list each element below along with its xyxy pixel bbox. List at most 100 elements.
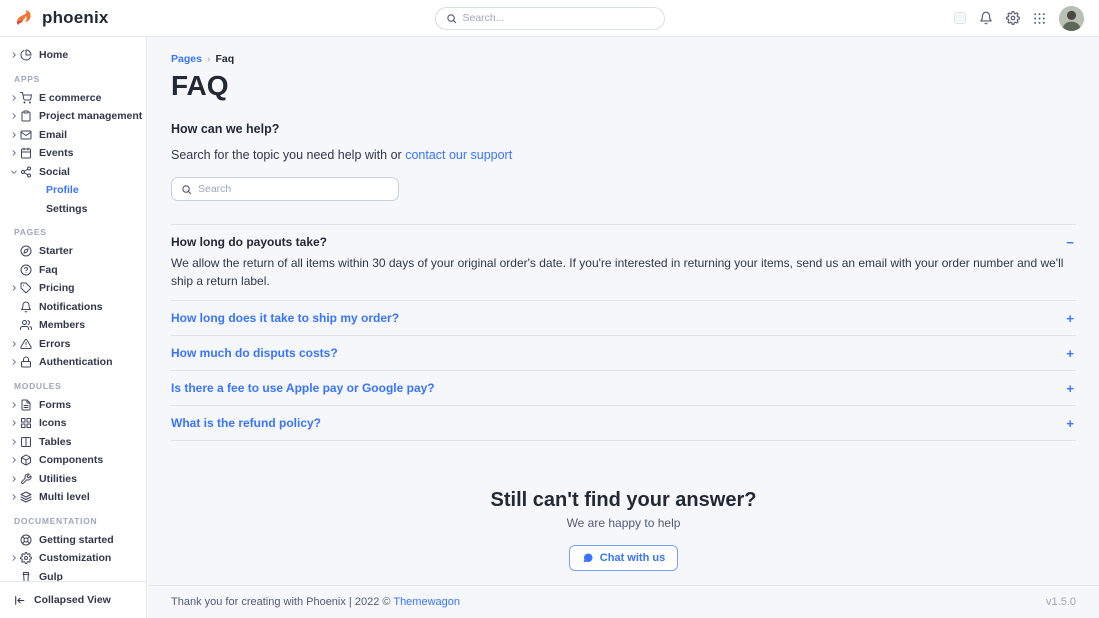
plus-icon[interactable]: +	[1066, 417, 1076, 430]
sidebar-item-label: Faq	[39, 264, 58, 276]
sidebar-item-pricing[interactable]: Pricing	[10, 279, 140, 298]
phoenix-logo[interactable]: phoenix	[15, 8, 109, 28]
sidebar-item-email[interactable]: Email	[10, 126, 140, 145]
sidebar-item-getting-started[interactable]: Getting started	[10, 531, 140, 550]
compass-icon	[20, 245, 33, 257]
sidebar-item-components[interactable]: Components	[10, 451, 140, 470]
gear-icon[interactable]	[1006, 11, 1020, 25]
sidebar-item-members[interactable]: Members	[10, 316, 140, 335]
search-icon	[181, 184, 192, 195]
sidebar-subitem-profile[interactable]: Profile	[10, 181, 140, 200]
columns-icon	[20, 436, 33, 448]
plus-icon[interactable]: +	[1066, 312, 1076, 325]
sidebar-item-notifications[interactable]: Notifications	[10, 298, 140, 317]
themewagon-link[interactable]: Themewagon	[393, 596, 460, 608]
chevron-right-icon	[10, 554, 20, 562]
chevron-right-icon	[10, 284, 20, 292]
chat-bubble-icon	[582, 552, 594, 564]
faq-question: What is the refund policy?	[171, 416, 321, 430]
faq-item: How long do payouts take?− We allow the r…	[171, 225, 1076, 301]
settings-icon	[20, 552, 33, 564]
theme-toggle[interactable]	[954, 12, 966, 24]
bell-icon[interactable]	[979, 11, 993, 25]
plus-icon[interactable]: +	[1066, 347, 1076, 360]
sidebar-item-customization[interactable]: Customization	[10, 549, 140, 568]
apps-grid-icon[interactable]	[1033, 12, 1046, 25]
grid-icon	[20, 417, 33, 429]
sidebar-item-icons[interactable]: Icons	[10, 414, 140, 433]
tool-icon	[20, 473, 33, 485]
top-navbar: phoenix	[0, 0, 1099, 37]
sidebar-item-gulp[interactable]: Gulp	[10, 568, 140, 582]
sidebar-subitem-settings[interactable]: Settings	[10, 200, 140, 219]
faq-question-row[interactable]: How long do payouts take?−	[171, 235, 1076, 249]
sidebar-item-label: Events	[39, 147, 73, 159]
chevron-right-icon	[10, 419, 20, 427]
help-title: How can we help?	[171, 122, 1076, 136]
breadcrumb: Pages › Faq	[171, 53, 1076, 65]
sidebar-item-events[interactable]: Events	[10, 144, 140, 163]
chevron-right-icon	[10, 475, 20, 483]
main-area: Pages › Faq FAQ How can we help? Search …	[148, 37, 1099, 618]
collapse-arrow-icon	[13, 594, 26, 607]
sidebar-item-errors[interactable]: Errors	[10, 335, 140, 354]
chevron-right-icon	[10, 456, 20, 464]
chevron-right-icon	[10, 51, 20, 59]
mail-icon	[20, 129, 33, 141]
page-footer: Thank you for creating with Phoenix | 20…	[148, 585, 1099, 618]
faq-item: How much do disputs costs? +	[171, 336, 1076, 371]
sidebar-item-faq[interactable]: Faq	[10, 261, 140, 280]
sidebar-section-label: DOCUMENTATION	[14, 516, 140, 526]
faq-search-input[interactable]	[198, 183, 389, 195]
sidebar-item-forms[interactable]: Forms	[10, 396, 140, 415]
life-buoy-icon	[20, 534, 33, 546]
chevron-right-icon	[10, 401, 20, 409]
sidebar-item-home[interactable]: Home	[10, 46, 140, 65]
faq-question-row[interactable]: Is there a fee to use Apple pay or Googl…	[171, 381, 1076, 395]
avatar[interactable]	[1059, 6, 1084, 31]
faq-question-row[interactable]: How much do disputs costs? +	[171, 346, 1076, 360]
package-icon	[20, 454, 33, 466]
sidebar-item-tables[interactable]: Tables	[10, 433, 140, 452]
faq-search[interactable]	[171, 177, 399, 201]
lock-icon	[20, 356, 33, 368]
sidebar-item-label: E commerce	[39, 92, 101, 104]
chevron-down-icon	[10, 168, 20, 176]
faq-answer: We allow the return of all items within …	[171, 254, 1076, 290]
faq-question: How much do disputs costs?	[171, 346, 338, 360]
global-search-input[interactable]	[463, 12, 654, 24]
sidebar-section-label: PAGES	[14, 227, 140, 237]
page-content: Pages › Faq FAQ How can we help? Search …	[148, 37, 1099, 585]
sidebar-item-label: Icons	[39, 417, 66, 429]
breadcrumb-separator: ›	[207, 53, 211, 65]
faq-question-row[interactable]: How long does it take to ship my order? +	[171, 311, 1076, 325]
faq-question-row[interactable]: What is the refund policy? +	[171, 416, 1076, 430]
sidebar-item-label: Authentication	[39, 356, 113, 368]
sidebar-item-label: Forms	[39, 399, 71, 411]
sidebar-item-multi-level[interactable]: Multi level	[10, 488, 140, 507]
contact-support-link[interactable]: contact our support	[405, 148, 512, 162]
faq-item: What is the refund policy? +	[171, 406, 1076, 441]
chevron-right-icon	[10, 94, 20, 102]
global-search[interactable]	[435, 7, 665, 30]
sidebar-item-label: Errors	[39, 338, 71, 350]
sidebar-item-authentication[interactable]: Authentication	[10, 353, 140, 372]
calendar-icon	[20, 147, 33, 159]
sidebar-item-e-commerce[interactable]: E commerce	[10, 89, 140, 108]
minus-icon[interactable]: −	[1066, 236, 1076, 249]
sidebar-item-utilities[interactable]: Utilities	[10, 470, 140, 489]
sidebar-item-project-management[interactable]: Project management	[10, 107, 140, 126]
sidebar-item-label: Getting started	[39, 534, 114, 546]
breadcrumb-pages-link[interactable]: Pages	[171, 53, 202, 65]
chat-with-us-button[interactable]: Chat with us	[569, 545, 678, 571]
faq-question: How long does it take to ship my order?	[171, 311, 399, 325]
sidebar-section-label: MODULES	[14, 381, 140, 391]
plus-icon[interactable]: +	[1066, 382, 1076, 395]
shopping-cart-icon	[20, 92, 33, 104]
sidebar-item-social[interactable]: Social	[10, 163, 140, 182]
sidebar-item-label: Customization	[39, 552, 111, 564]
collapsed-view-toggle[interactable]: Collapsed View	[0, 581, 146, 618]
sidebar-item-starter[interactable]: Starter	[10, 242, 140, 261]
sidebar-subitem-label: Profile	[46, 184, 79, 196]
faq-item: How long does it take to ship my order? +	[171, 301, 1076, 336]
